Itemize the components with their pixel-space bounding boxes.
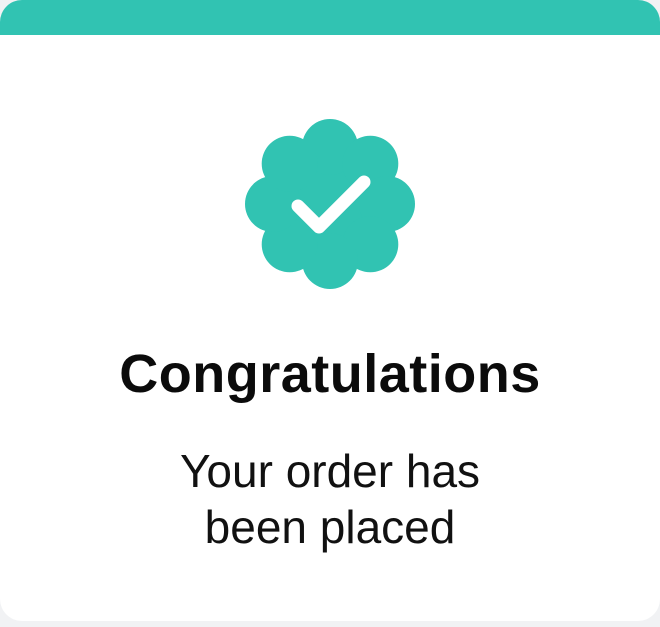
- message-line: Your order has: [179, 445, 481, 497]
- verified-check-badge-icon: [245, 119, 415, 289]
- dialog-message: Your order has been placed: [120, 443, 540, 555]
- dialog-title: Congratulations: [119, 344, 541, 404]
- confirmation-card: Congratulations Your order has been plac…: [0, 0, 660, 621]
- accent-top-bar: [0, 0, 660, 35]
- message-line: been placed: [204, 501, 456, 553]
